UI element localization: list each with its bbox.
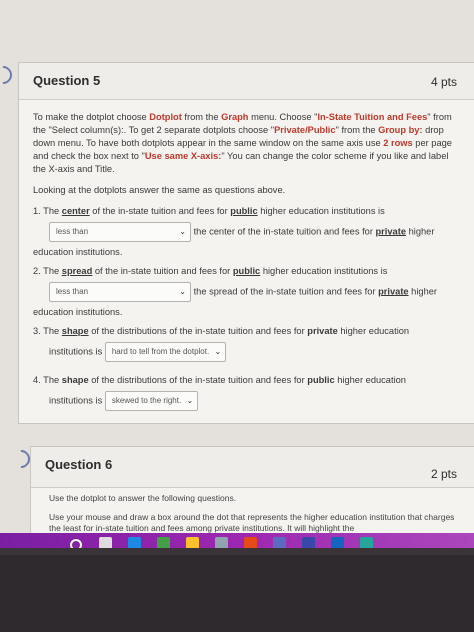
instructions-text: To make the dotplot choose Dotplot from … bbox=[33, 111, 459, 176]
text-run: the center of the in-state tuition and f… bbox=[191, 226, 376, 237]
question-5-points: 4 pts bbox=[430, 75, 457, 89]
text-run: To make the dotplot choose bbox=[33, 112, 150, 122]
file-explorer-icon[interactable] bbox=[186, 537, 199, 548]
chevron-down-icon: ⌄ bbox=[186, 396, 194, 405]
taskbar bbox=[0, 533, 474, 548]
edge-icon[interactable] bbox=[128, 537, 141, 548]
question-item: 3. The shape of the distributions of the… bbox=[33, 325, 459, 362]
highlight-term: In-State Tuition and Fees bbox=[317, 112, 428, 122]
emphasis-text: private bbox=[378, 286, 409, 297]
text-run: of the distributions of the in-state tui… bbox=[88, 326, 308, 336]
chevron-down-icon: ⌄ bbox=[179, 227, 186, 236]
store-icon[interactable] bbox=[215, 537, 228, 548]
text-run: higher education bbox=[337, 326, 410, 336]
text-run: the spread of the in-state tuition and f… bbox=[191, 286, 379, 297]
text-run: The bbox=[43, 206, 62, 216]
question-5-card: Question 5 4 pts To make the dotplot cho… bbox=[18, 62, 474, 424]
item-number: 4. bbox=[33, 375, 44, 385]
emphasis-text: center bbox=[61, 206, 90, 216]
item-answer-row: institutions is skewed to the right. ⌄ bbox=[49, 391, 459, 411]
highlight-term: Graph bbox=[221, 112, 249, 122]
question-5-title: Question 5 bbox=[33, 73, 101, 88]
item-question-line: 1. The center of the in-state tuition an… bbox=[33, 205, 459, 218]
emphasis-text: spread bbox=[61, 266, 93, 276]
item-after-text: the spread of the in-state tuition and f… bbox=[191, 286, 437, 296]
text-run: of the in-state tuition and fees for bbox=[89, 206, 231, 216]
dropdown-value: hard to tell from the dotplot. bbox=[111, 347, 210, 356]
question-6-title: Question 6 bbox=[45, 457, 113, 472]
emphasis-text: private bbox=[375, 226, 407, 237]
task-view-icon[interactable] bbox=[99, 537, 112, 548]
highlight-term: Group by: bbox=[378, 125, 423, 135]
emphasis-text: private bbox=[307, 326, 338, 336]
answer-dropdown[interactable]: less than ⌄ bbox=[49, 282, 191, 302]
question-6-line-1: Use the dotplot to answer the following … bbox=[49, 493, 237, 503]
chrome-icon[interactable] bbox=[157, 537, 170, 548]
chevron-down-icon: ⌄ bbox=[179, 287, 186, 296]
browser-icon[interactable] bbox=[360, 537, 373, 548]
dropdown-value: skewed to the right. bbox=[111, 396, 182, 405]
answer-dropdown[interactable]: less than ⌄ bbox=[49, 222, 191, 242]
text-run: higher education bbox=[334, 375, 406, 385]
question-5-header: Question 5 4 pts bbox=[19, 63, 474, 100]
text-run: from the bbox=[181, 112, 222, 122]
monitor-bezel bbox=[0, 555, 474, 632]
item-tail: education institutions. bbox=[33, 307, 123, 317]
question-items: 1. The center of the in-state tuition an… bbox=[33, 205, 459, 411]
text-run: of the in-state tuition and fees for bbox=[92, 266, 233, 276]
question-5-body: To make the dotplot choose Dotplot from … bbox=[33, 111, 459, 423]
item-number: 2. bbox=[33, 266, 44, 276]
highlight-term: Private/Public bbox=[274, 125, 336, 135]
item-answer-row: less than ⌄ the spread of the in-state tu… bbox=[49, 282, 459, 302]
question-item: 4. The shape of the distributions of the… bbox=[33, 374, 459, 411]
screen: Question 5 4 pts To make the dotplot cho… bbox=[0, 0, 474, 548]
teams-icon[interactable] bbox=[302, 537, 315, 548]
text-run: The bbox=[43, 375, 62, 385]
item-question-line: 3. The shape of the distributions of the… bbox=[33, 325, 459, 338]
question-6-header: Question 6 2 pts bbox=[31, 447, 474, 488]
item-tail: education institutions. bbox=[33, 247, 123, 257]
text-run: of the distributions of the in-state tui… bbox=[88, 375, 308, 385]
start-icon[interactable] bbox=[70, 539, 82, 548]
item-answer-row: less than ⌄ the center of the in-state tu… bbox=[49, 222, 459, 242]
text-run: higher education institutions is bbox=[260, 266, 388, 276]
answer-dropdown[interactable]: skewed to the right. ⌄ bbox=[104, 391, 199, 411]
word-icon[interactable] bbox=[331, 537, 344, 548]
text-run: higher bbox=[406, 226, 435, 237]
dropdown-value: less than bbox=[56, 227, 89, 236]
answer-dropdown[interactable]: hard to tell from the dotplot. ⌄ bbox=[104, 342, 227, 362]
item-prefix: institutions is bbox=[49, 395, 105, 406]
lead-text: Looking at the dotplots answer the same … bbox=[33, 185, 286, 195]
item-number: 3. bbox=[33, 326, 44, 336]
text-run: higher bbox=[408, 286, 438, 297]
emphasis-text: public bbox=[232, 266, 261, 276]
emphasis-text: public bbox=[230, 206, 258, 216]
powerpoint-icon[interactable] bbox=[244, 537, 257, 548]
emphasis-text: shape bbox=[61, 375, 89, 385]
item-answer-row: institutions is hard to tell from the do… bbox=[49, 342, 459, 362]
item-question-line: 2. The spread of the in-state tuition an… bbox=[33, 265, 459, 278]
emphasis-text: shape bbox=[61, 326, 89, 336]
question-item: 2. The spread of the in-state tuition an… bbox=[33, 265, 459, 319]
dropdown-value: less than bbox=[56, 287, 89, 296]
item-number: 1. bbox=[33, 206, 44, 216]
app-icon[interactable] bbox=[273, 537, 286, 548]
item-prefix: institutions is bbox=[49, 346, 105, 357]
emphasis-text: public bbox=[307, 375, 335, 385]
text-run: menu. Choose " bbox=[248, 112, 318, 122]
text-run: The bbox=[43, 266, 62, 276]
highlight-term: 2 rows bbox=[383, 138, 413, 148]
question-6-points: 2 pts bbox=[430, 467, 457, 481]
text-run: The bbox=[43, 326, 62, 336]
question-marker-icon bbox=[0, 62, 16, 88]
text-run: higher education institutions is bbox=[257, 206, 385, 216]
highlight-term: Use same X-axis: bbox=[144, 151, 222, 161]
item-after-text: the center of the in-state tuition and f… bbox=[191, 226, 435, 237]
text-run: " from the bbox=[335, 125, 379, 135]
highlight-term: Dotplot bbox=[149, 112, 182, 122]
question-item: 1. The center of the in-state tuition an… bbox=[33, 205, 459, 259]
question-6-line-2: Use your mouse and draw a box around the… bbox=[49, 512, 455, 533]
chevron-down-icon: ⌄ bbox=[214, 347, 222, 356]
item-question-line: 4. The shape of the distributions of the… bbox=[33, 374, 459, 387]
